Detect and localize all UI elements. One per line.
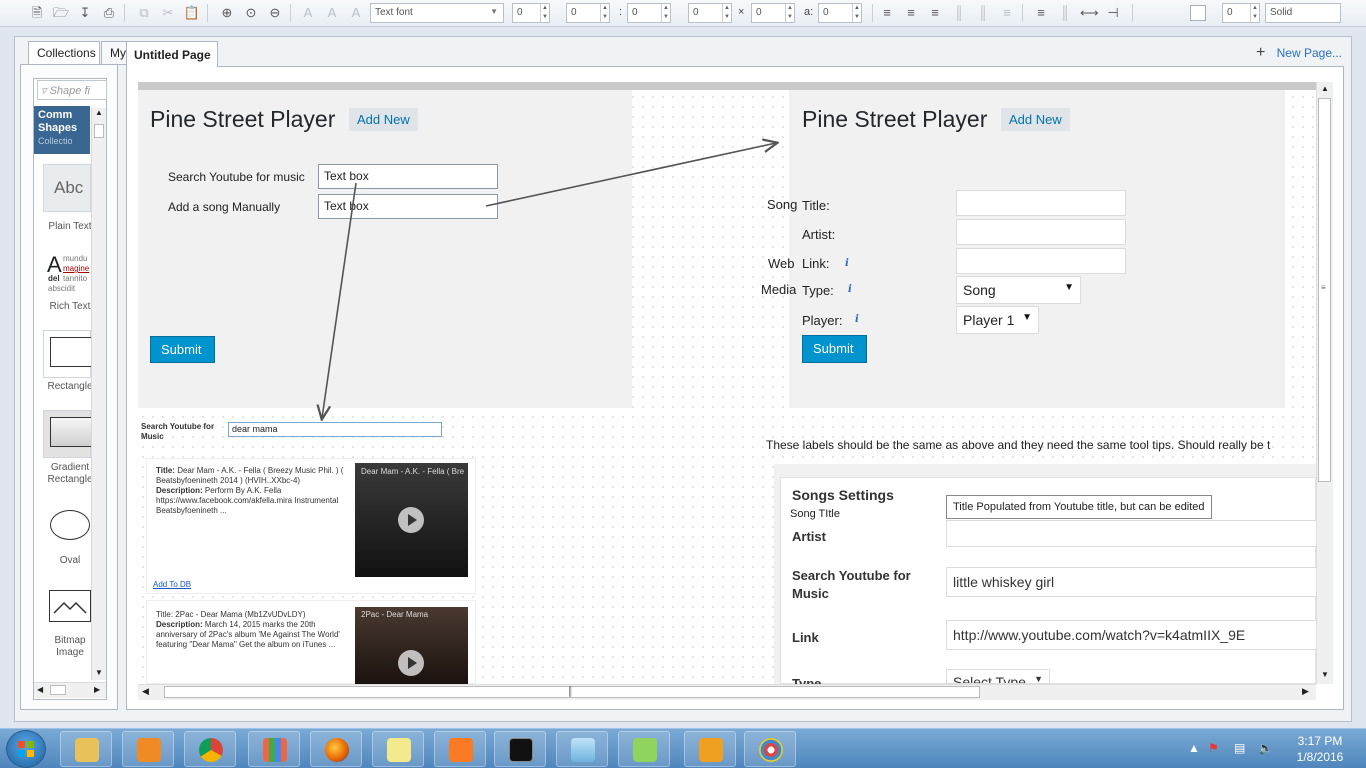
song-title-input[interactable] (946, 520, 1318, 547)
link-label: Link (792, 630, 819, 645)
taskbar-sticky-notes[interactable] (372, 731, 424, 767)
taskbar-app-grid[interactable] (248, 731, 300, 767)
xampp-icon (449, 738, 473, 762)
tray-volume-icon[interactable]: 🔈 (1258, 741, 1273, 755)
chrome-icon (199, 738, 223, 762)
folder-icon (75, 738, 99, 762)
taskbar-explorer[interactable] (60, 731, 112, 767)
type-select[interactable]: Select Type ▼ (946, 669, 1050, 684)
canvas-vscroll-thumb[interactable]: ≡ (1318, 98, 1331, 482)
start-button[interactable] (6, 730, 46, 768)
taskbar-firefox[interactable] (310, 731, 362, 767)
taskbar-clock[interactable]: 3:17 PM 1/8/2016 (1284, 733, 1356, 765)
paint-icon (759, 738, 783, 762)
annotation-note: These labels should be the same as above… (766, 438, 1271, 452)
sticky-notes-icon (387, 738, 411, 762)
tray-network-icon[interactable]: ▤ (1234, 741, 1245, 755)
tray-expand-icon[interactable]: ▲ (1188, 741, 1200, 755)
arrow-to-right-form (485, 143, 776, 207)
link-input[interactable]: http://www.youtube.com/watch?v=k4atmIIX_… (946, 620, 1318, 650)
artist-label: Artist (792, 529, 826, 544)
home-app-icon (699, 738, 723, 762)
song-title-label: Song TItle (790, 508, 840, 520)
windows-logo-icon (18, 741, 34, 757)
arrow-to-yt-results (322, 182, 357, 418)
command-prompt-icon (509, 738, 533, 762)
notepad-icon (571, 738, 595, 762)
notepad-plus-plus-icon (633, 738, 657, 762)
song-title-tooltip: Title Populated from Youtube title, but … (946, 495, 1212, 519)
tray-flag-icon[interactable]: ⚑ (1208, 741, 1219, 755)
search-youtube-label: Search Youtube for Music (792, 568, 911, 601)
media-player-icon (137, 738, 161, 762)
taskbar-chrome[interactable] (184, 731, 236, 767)
scroll-up-icon[interactable]: ▲ (1321, 84, 1329, 93)
canvas-hscroll-thumb[interactable]: ║ (164, 686, 980, 698)
scroll-down-icon[interactable]: ▼ (1321, 670, 1329, 679)
taskbar-notepad-plus-plus[interactable] (618, 731, 670, 767)
firefox-icon (325, 738, 349, 762)
taskbar-home-app[interactable] (684, 731, 736, 767)
taskbar-media-player[interactable] (122, 731, 174, 767)
chevron-down-icon: ▼ (1034, 674, 1043, 684)
search-youtube-input[interactable]: little whiskey girl (946, 567, 1318, 597)
type-label: Type (792, 676, 822, 684)
taskbar-xampp[interactable] (434, 731, 486, 767)
taskbar-command-prompt[interactable] (494, 731, 546, 767)
taskbar-paint[interactable] (744, 731, 796, 767)
taskbar-notepad[interactable] (556, 731, 608, 767)
scroll-left-icon[interactable]: ◀ (142, 686, 149, 697)
scroll-right-icon[interactable]: ▶ (1302, 686, 1309, 697)
app-grid-icon (263, 738, 287, 762)
songs-settings-heading: Songs Settings (792, 487, 894, 503)
